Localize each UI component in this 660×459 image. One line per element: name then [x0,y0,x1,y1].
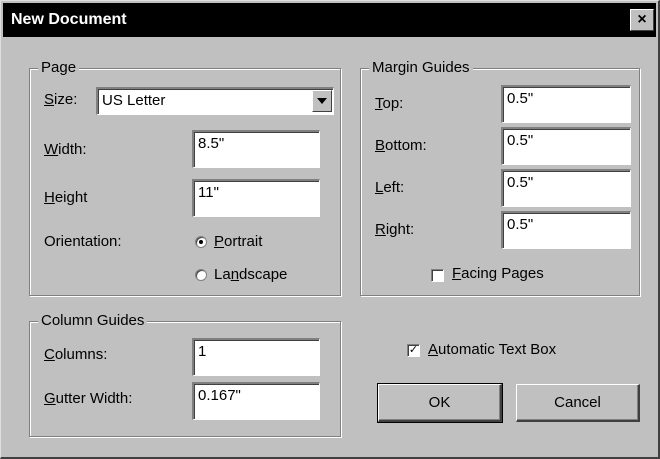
page-group: Page Size: US Letter Width: 8.5" Height … [29,59,341,296]
top-label: Top: [375,95,404,112]
margin-guides-legend: Margin Guides [369,59,473,76]
ok-button[interactable]: OK [377,383,503,423]
right-margin-field[interactable]: 0.5" [501,211,631,249]
height-label: Height [44,189,88,206]
automatic-text-box-label[interactable]: Automatic Text Box [428,341,556,358]
columns-label: Columns: [44,346,108,363]
bottom-margin-field[interactable]: 0.5" [501,127,631,165]
dialog-title: New Document [11,11,127,28]
height-field[interactable]: 11" [192,179,320,217]
cancel-button[interactable]: Cancel [516,384,640,422]
portrait-label[interactable]: Portrait [214,233,262,250]
size-select[interactable]: US Letter [96,87,334,115]
top-margin-field[interactable]: 0.5" [501,85,631,123]
right-label: Right: [375,221,415,238]
size-dropdown-button[interactable] [312,90,332,112]
column-guides-legend: Column Guides [38,312,148,329]
size-label: Size: [44,91,78,108]
orientation-label: Orientation: [44,233,122,250]
columns-field[interactable]: 1 [192,338,320,376]
width-field[interactable]: 8.5" [192,130,320,168]
size-select-value: US Letter [102,92,166,109]
facing-pages-label[interactable]: Facing Pages [452,265,544,282]
portrait-radio[interactable] [195,236,207,248]
chevron-down-icon [317,98,327,104]
landscape-radio[interactable] [195,269,207,281]
new-document-dialog: New Document × Page Size: US Letter Widt… [0,0,660,459]
margin-guides-group: Margin Guides Top: 0.5" Bottom: 0.5" Lef… [360,59,640,296]
checkmark-icon: ✓ [408,344,419,356]
close-button[interactable]: × [630,9,654,31]
title-bar[interactable]: New Document × [3,3,656,37]
facing-pages-checkbox[interactable] [431,269,444,282]
close-icon: × [637,11,647,28]
automatic-text-box-checkbox[interactable]: ✓ [407,344,420,357]
bottom-label: Bottom: [375,137,427,154]
gutter-width-field[interactable]: 0.167" [192,382,320,420]
gutter-width-label: Gutter Width: [44,390,133,407]
column-guides-group: Column Guides Columns: 1 Gutter Width: 0… [29,312,341,437]
left-label: Left: [375,179,405,196]
width-label: Width: [44,141,87,158]
left-margin-field[interactable]: 0.5" [501,169,631,207]
landscape-label[interactable]: Landscape [214,266,287,283]
page-group-legend: Page [38,59,80,76]
